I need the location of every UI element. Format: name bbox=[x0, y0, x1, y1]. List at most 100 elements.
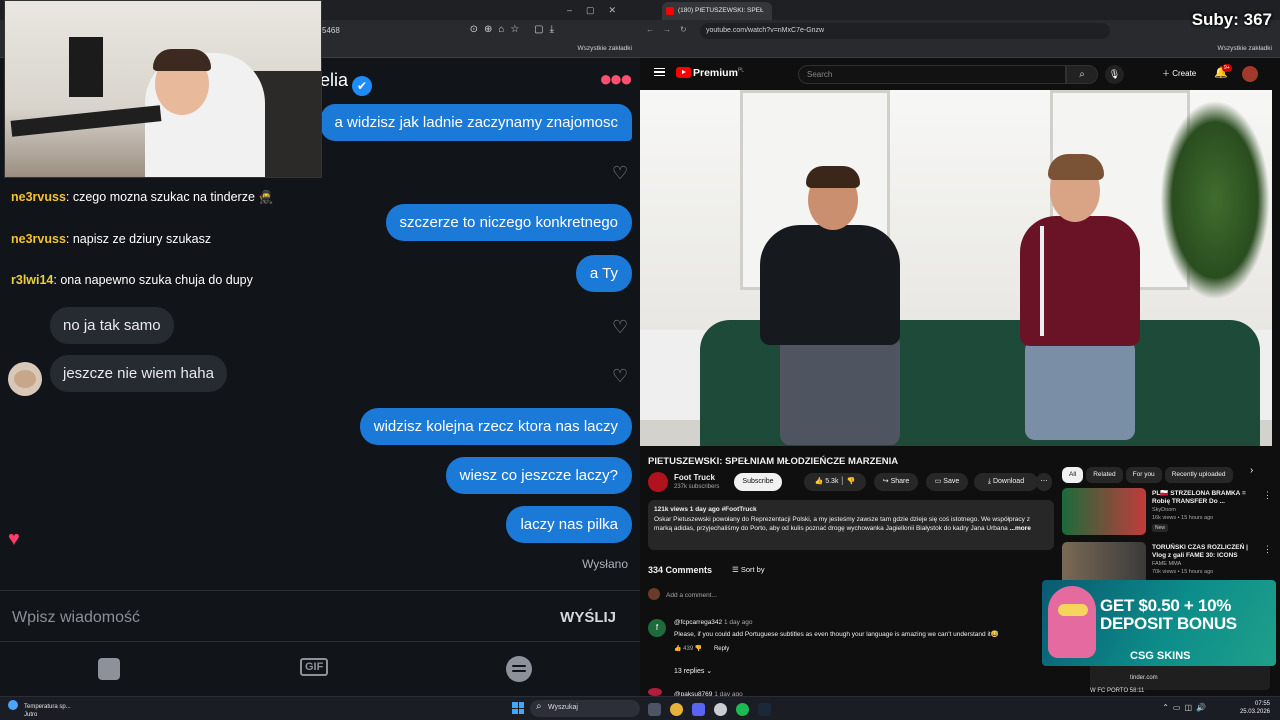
left-url-fragment[interactable]: 5468 bbox=[322, 26, 340, 35]
weather-widget[interactable]: Temperatura sp... Jutro bbox=[8, 700, 71, 719]
related-title[interactable]: TORUŃSKI CZAS ROZLICZEŃ | Vlog z gali FA… bbox=[1152, 544, 1260, 560]
related-filter-chips: All Related For you Recently uploaded bbox=[1062, 463, 1236, 483]
like-dislike-button[interactable]: 👍 5.3k │ 👎 bbox=[804, 473, 866, 491]
taskbar-apps bbox=[648, 701, 780, 717]
chevron-right-icon[interactable]: › bbox=[1250, 465, 1253, 476]
ad-brand: CSG SKINS bbox=[1130, 650, 1191, 662]
match-name[interactable]: elia bbox=[320, 70, 348, 90]
twitch-chat-line: ne3rvuss: czego mozna szukac na tinderze… bbox=[11, 190, 274, 204]
description-text: Oskar Pietuszewski powołany do Reprezent… bbox=[654, 515, 1030, 533]
message-out[interactable]: szczerze to niczego konkretnego bbox=[385, 204, 632, 241]
nav-arrows-icon[interactable]: ←→↻ bbox=[646, 25, 696, 34]
account-avatar[interactable] bbox=[1242, 66, 1258, 82]
clock[interactable]: 07:55 25.03.2026 bbox=[1240, 700, 1270, 716]
share-button[interactable]: ↪ Share bbox=[874, 473, 918, 491]
related-channel[interactable]: FAME MMA bbox=[1152, 561, 1181, 567]
message-in[interactable]: jeszcze nie wiem haha bbox=[50, 355, 227, 392]
system-tray[interactable]: ⌃▭◫🔊 bbox=[1162, 703, 1210, 712]
user-avatar bbox=[648, 588, 660, 600]
commenter-avatar[interactable]: f bbox=[648, 619, 666, 637]
video-person-left bbox=[760, 166, 910, 445]
taskbar-search[interactable]: Wyszukaj bbox=[530, 700, 640, 717]
subscribe-button[interactable]: Subscribe bbox=[734, 473, 782, 491]
comment-author[interactable]: @fcpcarrega342 1 day ago bbox=[674, 619, 753, 626]
chat-header: elia ✔ bbox=[320, 70, 373, 96]
view-replies-button[interactable]: 13 replies ⌄ bbox=[674, 667, 712, 675]
url-field[interactable]: youtube.com/watch?v=nMxC7e-Gnzw bbox=[700, 23, 1110, 39]
chip-related[interactable]: Related bbox=[1086, 467, 1123, 483]
all-bookmarks-link[interactable]: Wszystkie zakładki bbox=[577, 45, 632, 52]
spotify-icon[interactable] bbox=[506, 656, 532, 682]
save-button[interactable]: ▭ Save bbox=[926, 473, 968, 491]
search-input[interactable]: Search bbox=[798, 65, 1066, 84]
tinder-url: tinder.com bbox=[1130, 675, 1158, 681]
send-button[interactable]: WYŚLIJ bbox=[560, 609, 616, 626]
search-icon[interactable]: ⌕ bbox=[1066, 65, 1098, 84]
more-actions-icon[interactable]: ⋯ bbox=[1036, 473, 1052, 491]
related-video[interactable]: PL🇵🇱 STRZELONA BRAMKA = Robię TRANSFER D… bbox=[1062, 488, 1276, 536]
weather-icon bbox=[8, 700, 18, 710]
right-address-bar: ←→↻ youtube.com/watch?v=nMxC7e-Gnzw bbox=[640, 20, 1280, 42]
message-in[interactable]: no ja tak samo bbox=[50, 307, 174, 344]
message-out[interactable]: a widzisz jak ladnie zaczynamy znajomosc bbox=[320, 104, 632, 141]
discord-icon[interactable] bbox=[692, 703, 705, 717]
related-title[interactable]: PL🇵🇱 STRZELONA BRAMKA = Robię TRANSFER D… bbox=[1152, 490, 1260, 506]
obs-icon[interactable] bbox=[714, 703, 727, 717]
chip-for-you[interactable]: For you bbox=[1125, 467, 1162, 483]
message-input[interactable]: Wpisz wiadomość bbox=[12, 609, 140, 627]
related-channel[interactable]: SkyDoom bbox=[1152, 507, 1176, 513]
related-footer: W FC PORTO 58:11 bbox=[1090, 688, 1145, 694]
message-out[interactable]: widzisz kolejna rzecz ktora nas laczy bbox=[359, 408, 632, 445]
contact-card-icon[interactable] bbox=[98, 658, 120, 680]
sort-comments-button[interactable]: ☰ Sort by bbox=[732, 565, 765, 574]
all-bookmarks-link[interactable]: Wszystkie zakładki bbox=[1217, 45, 1272, 52]
create-button[interactable]: ＋ Create bbox=[1162, 68, 1196, 79]
window-controls[interactable]: –▢✕ bbox=[567, 5, 630, 16]
like-heart-icon[interactable]: ♡ bbox=[612, 164, 630, 182]
microphone-icon[interactable]: 🎙 bbox=[1105, 65, 1124, 84]
related-thumbnail[interactable] bbox=[1062, 488, 1146, 535]
channel-avatar[interactable] bbox=[648, 472, 668, 492]
comment-text: Please, if you could add Portuguese subt… bbox=[674, 631, 999, 638]
video-player[interactable] bbox=[640, 90, 1272, 446]
more-options-icon[interactable]: ●●● bbox=[599, 68, 633, 90]
message-out[interactable]: wiesz co jeszcze laczy? bbox=[445, 457, 632, 494]
like-heart-icon[interactable]: ♡ bbox=[612, 367, 630, 385]
more-link[interactable]: ...more bbox=[1010, 525, 1031, 532]
like-heart-icon[interactable]: ♡ bbox=[612, 318, 630, 336]
menu-icon[interactable] bbox=[654, 68, 665, 76]
comments-count: 334 Comments bbox=[648, 565, 713, 575]
steam-icon[interactable] bbox=[758, 703, 771, 717]
address-bar-icons[interactable]: ⊙⊕⌂☆ ▢⤓ bbox=[470, 24, 560, 35]
ad-headline: GET $0.50 + 10% bbox=[1100, 596, 1232, 615]
message-composer: Wpisz wiadomość WYŚLIJ bbox=[0, 590, 640, 642]
channel-name[interactable]: Foot Truck bbox=[674, 473, 715, 482]
kebab-menu-icon[interactable]: ⋮ bbox=[1263, 490, 1272, 501]
casino-ad-banner[interactable]: GET $0.50 + 10% DEPOSIT BONUS CSG SKINS bbox=[1042, 580, 1276, 666]
youtube-tab[interactable]: (180) PIETUSZEWSKI: SPEŁ bbox=[662, 2, 772, 20]
streamer-hair bbox=[153, 49, 211, 71]
kebab-menu-icon[interactable]: ⋮ bbox=[1263, 544, 1272, 555]
liked-heart-icon[interactable]: ♥ bbox=[8, 528, 20, 551]
message-out[interactable]: a Ty bbox=[575, 255, 632, 292]
chrome-icon[interactable] bbox=[670, 703, 683, 717]
chip-all[interactable]: All bbox=[1062, 467, 1084, 483]
subscriber-counter-overlay: Suby: 367 bbox=[1191, 10, 1272, 29]
video-description[interactable]: 121k views 1 day ago #FootTruck Oskar Pi… bbox=[648, 500, 1054, 550]
chip-recently-uploaded[interactable]: Recently uploaded bbox=[1164, 467, 1233, 483]
video-plant bbox=[1160, 100, 1270, 300]
gif-button[interactable]: GIF bbox=[300, 658, 329, 676]
webcam-door bbox=[69, 37, 103, 97]
related-meta: 16k views • 15 hours ago bbox=[1152, 515, 1214, 521]
spotify-icon[interactable] bbox=[736, 703, 749, 717]
file-explorer-icon[interactable] bbox=[648, 703, 661, 717]
message-out[interactable]: laczy nas pilka bbox=[506, 506, 632, 543]
ad-subline: DEPOSIT BONUS bbox=[1100, 614, 1237, 633]
verified-check-icon: ✔ bbox=[352, 76, 373, 96]
add-comment-input[interactable]: Add a comment... bbox=[648, 588, 1048, 600]
comment-actions[interactable]: 👍 439 👎 Reply bbox=[674, 645, 729, 652]
match-avatar[interactable] bbox=[8, 362, 42, 396]
youtube-logo[interactable]: PremiumPL bbox=[676, 67, 744, 79]
download-button[interactable]: ⤓ Download bbox=[974, 473, 1038, 491]
start-button-icon[interactable] bbox=[512, 702, 524, 714]
